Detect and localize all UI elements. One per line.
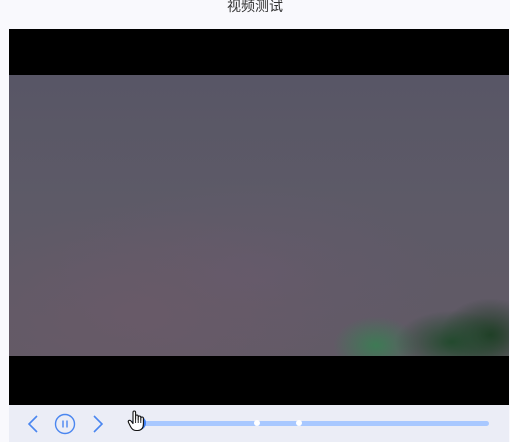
progress-slider[interactable] <box>131 416 489 430</box>
pause-circle-icon <box>54 413 76 435</box>
chevron-right-icon <box>93 415 104 433</box>
video-controls-bar <box>9 405 509 442</box>
next-button[interactable] <box>87 413 109 435</box>
page-title: 视频测试 <box>227 0 283 15</box>
video-scenery <box>319 286 509 356</box>
video-player[interactable] <box>9 29 509 405</box>
progress-thumb[interactable] <box>131 416 146 430</box>
chevron-left-icon <box>27 415 38 433</box>
progress-marker <box>295 420 302 426</box>
progress-marker <box>253 420 260 426</box>
pause-button[interactable] <box>54 413 76 435</box>
page: 视频测试 <box>0 0 510 442</box>
previous-button[interactable] <box>22 413 44 435</box>
video-frame-image <box>9 75 509 356</box>
